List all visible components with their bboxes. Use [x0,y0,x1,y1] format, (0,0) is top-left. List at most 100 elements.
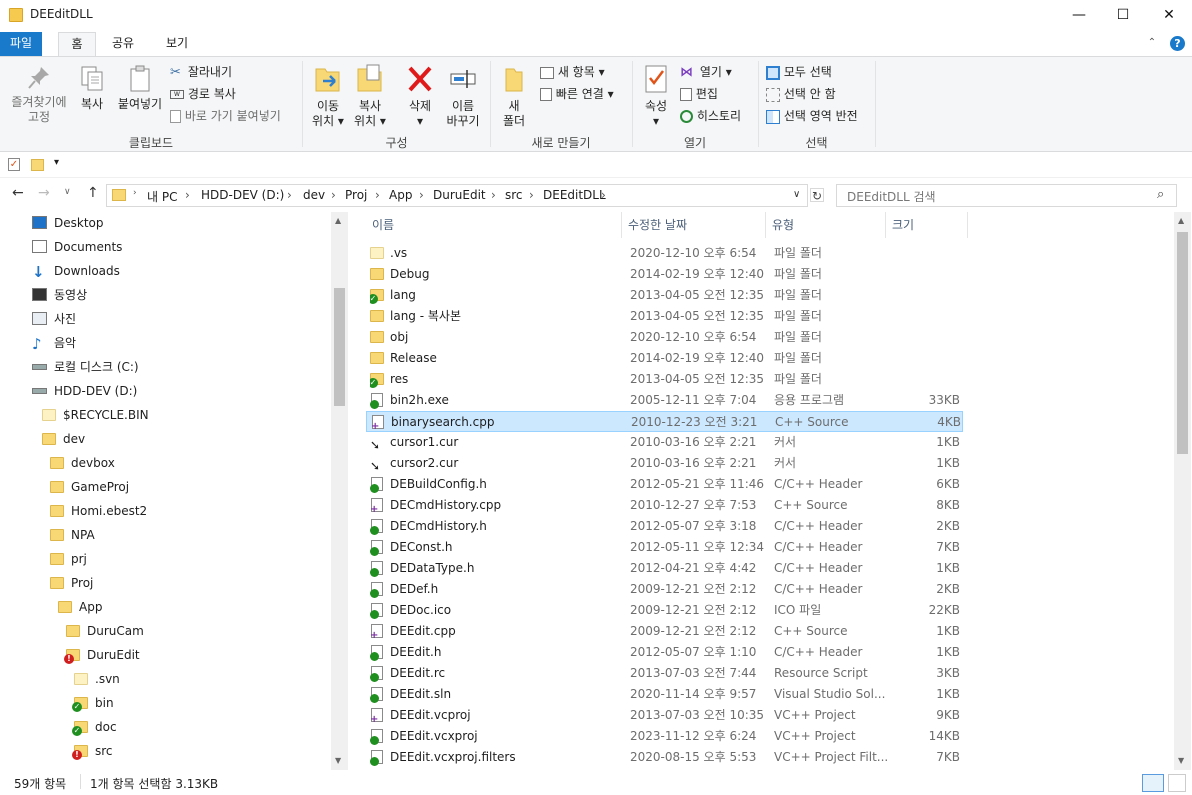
nav-item[interactable]: $RECYCLE.BIN [42,404,149,426]
nav-item[interactable]: prj [50,548,87,570]
history-button[interactable]: 히스토리 [680,107,741,124]
breadcrumb-hdd-dev[interactable]: HDD-DEV (D:) [201,188,284,202]
nav-item[interactable]: ! src [72,740,113,762]
file-row[interactable]: DEEdit.rc 2013-07-03 오전 7:44 Resource Scri… [366,663,963,684]
address-bar[interactable]: › 내 PC › HDD-DEV (D:) › dev › Proj › App… [106,184,808,207]
tab-home[interactable]: 홈 [58,32,96,56]
file-row[interactable]: DEBuildConfig.h 2012-05-21 오후 11:46 C/C++ … [366,474,963,495]
column-header-date[interactable]: 수정한 날짜 [622,212,766,238]
file-row[interactable]: DEDataType.h 2012-04-21 오후 4:42 C/C++ Head… [366,558,963,579]
copy-to-button[interactable]: 복사 위치 ▾ [350,63,390,129]
breadcrumb-chevron-icon[interactable]: › [375,188,380,202]
file-row[interactable]: DEEdit.sln 2020-11-14 오후 9:57 Visual Studi… [366,684,963,705]
breadcrumb-duruedit[interactable]: DuruEdit [433,188,486,202]
back-arrow-icon[interactable]: ← [12,185,24,201]
details-view-icon[interactable] [1142,774,1164,792]
minimize-button[interactable]: — [1056,0,1102,30]
file-row[interactable]: DECmdHistory.h 2012-05-07 오후 3:18 C/C++ He… [366,516,963,537]
new-folder-button[interactable]: 새 폴더 [496,63,532,129]
column-header-type[interactable]: 유형 [766,212,886,238]
breadcrumb-app[interactable]: App [389,188,412,202]
nav-item[interactable]: GameProj [50,476,129,498]
copy-path-button[interactable]: W 경로 복사 [170,85,236,102]
nav-item[interactable]: DuruCam [66,620,144,642]
nav-item[interactable]: App [58,596,102,618]
nav-pane-scrollbar[interactable]: ▲ ▼ [331,212,348,770]
breadcrumb-chevron-icon[interactable]: › [529,188,534,202]
nav-item[interactable]: ↓ Downloads [32,260,120,282]
move-to-button[interactable]: 이동 위치 ▾ [308,63,348,129]
rename-button[interactable]: 이름 바꾸기 [442,63,484,129]
tab-share[interactable]: 공유 [104,32,142,56]
breadcrumb-chevron-icon[interactable]: › [601,188,606,202]
breadcrumb-chevron-icon[interactable]: › [133,188,137,198]
properties-dropdown-icon[interactable]: ▾ [638,114,674,129]
nav-item[interactable]: HDD-DEV (D:) [32,380,137,402]
file-row[interactable]: Debug 2014-02-19 오후 12:40 파일 폴더 [366,264,963,285]
breadcrumb-dev[interactable]: dev [303,188,325,202]
file-row[interactable]: ✓ lang 2013-04-05 오전 12:35 파일 폴더 [366,285,963,306]
nav-item[interactable]: devbox [50,452,115,474]
file-row[interactable]: DEEdit.vcxproj 2023-11-12 오후 6:24 VC++ Pro… [366,726,963,747]
delete-dropdown-icon[interactable]: ▾ [400,114,440,129]
nav-item[interactable]: ♪ 음악 [32,332,76,354]
scroll-down-icon[interactable]: ▼ [335,756,341,765]
invert-selection-button[interactable]: 선택 영역 반전 [766,107,858,124]
nav-item[interactable]: Documents [32,236,122,258]
close-button[interactable]: ✕ [1146,0,1192,30]
address-dropdown-icon[interactable]: ∨ [793,189,800,200]
nav-item[interactable]: Homi.ebest2 [50,500,147,522]
column-header-size[interactable]: 크기 [886,212,968,238]
scroll-up-icon[interactable]: ▲ [335,216,341,225]
file-row[interactable]: DEConst.h 2012-05-11 오후 12:34 C/C++ Header… [366,537,963,558]
file-row[interactable]: + DEEdit.cpp 2009-12-21 오전 2:12 C++ Source 1… [366,621,963,642]
pin-to-quick-access-button[interactable]: 즐겨찾기에 고정 [6,65,72,125]
properties-button[interactable]: 속성 ▾ [638,63,674,129]
breadcrumb-deeditdll[interactable]: DEEditDLL [543,188,606,202]
file-row[interactable]: Release 2014-02-19 오후 12:40 파일 폴더 [366,348,963,369]
open-button[interactable]: ⋈ 열기 ▾ [680,63,732,80]
nav-item[interactable]: dev [42,428,85,450]
breadcrumb-chevron-icon[interactable]: › [491,188,496,202]
edit-button[interactable]: 편집 [680,85,718,102]
file-row[interactable]: ➘ cursor1.cur 2010-03-16 오후 2:21 커서 1KB [366,432,963,453]
nav-pane-scroll-thumb[interactable] [334,288,345,406]
nav-item[interactable]: Proj [50,572,93,594]
refresh-icon[interactable]: ↻ [810,188,824,203]
nav-item[interactable]: ✓ bin [72,692,114,714]
nav-item[interactable]: ! DuruEdit [64,644,140,666]
breadcrumb-src[interactable]: src [505,188,523,202]
file-row[interactable]: DEDoc.ico 2009-12-21 오전 2:12 ICO 파일 22KB [366,600,963,621]
properties-icon[interactable]: ✓ [8,158,20,171]
nav-item[interactable]: 로컬 디스크 (C:) [32,356,139,378]
breadcrumb-proj[interactable]: Proj [345,188,367,202]
file-row[interactable]: + DECmdHistory.cpp 2010-12-27 오후 7:53 C++ S… [366,495,963,516]
file-row[interactable]: + DEEdit.vcproj 2013-07-03 오전 10:35 VC++ Pr… [366,705,963,726]
tab-file[interactable]: 파일 [0,32,42,56]
file-row[interactable]: DEEdit.vcxproj.filters 2020-08-15 오후 5:53… [366,747,963,768]
up-arrow-icon[interactable]: ↑ [87,185,99,201]
nav-item[interactable]: ✓ doc [72,716,117,738]
breadcrumb-chevron-icon[interactable]: › [419,188,424,202]
scroll-up-icon[interactable]: ▲ [1178,216,1184,225]
nav-item[interactable]: .svn [74,668,120,690]
large-icons-view-icon[interactable] [1168,774,1186,792]
scroll-down-icon[interactable]: ▼ [1178,756,1184,765]
paste-button[interactable]: 붙여넣기 [114,65,166,112]
easy-access-button[interactable]: 빠른 연결 ▾ [540,85,614,102]
search-icon[interactable]: ⌕ [1157,187,1164,202]
search-box[interactable]: DEEditDLL 검색 ⌕ [836,184,1177,207]
tab-view[interactable]: 보기 [155,32,199,56]
select-all-button[interactable]: 모두 선택 [766,63,832,80]
nav-item[interactable]: Desktop [32,212,104,234]
breadcrumb-chevron-icon[interactable]: › [287,188,292,202]
maximize-button[interactable]: ☐ [1100,0,1146,30]
file-list-scroll-thumb[interactable] [1177,232,1188,454]
file-row[interactable]: lang - 복사본 2013-04-05 오전 12:35 파일 폴더 [366,306,963,327]
new-item-button[interactable]: 새 항목 ▾ [540,63,605,80]
breadcrumb-chevron-icon[interactable]: › [331,188,336,202]
file-row[interactable]: + binarysearch.cpp 2010-12-23 오전 3:21 C++ S… [366,411,963,432]
search-input[interactable]: DEEditDLL 검색 [847,188,936,205]
file-row[interactable]: obj 2020-12-10 오후 6:54 파일 폴더 [366,327,963,348]
breadcrumb-this-pc[interactable]: 내 PC [147,188,177,205]
